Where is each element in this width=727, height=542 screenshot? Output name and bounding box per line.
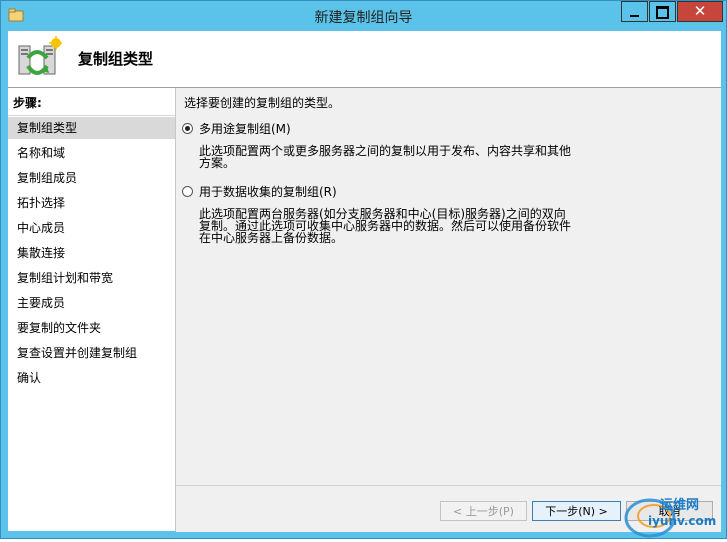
page-title: 复制组类型 <box>78 50 154 68</box>
minimize-button[interactable] <box>621 1 648 22</box>
maximize-icon <box>656 6 669 19</box>
option-multipurpose-description: 此选项配置两个或更多服务器之间的复制以用于发布、内容共享和其他 方案。 <box>199 145 589 169</box>
option-data-collection-label[interactable]: 用于数据收集的复制组(R) <box>199 184 337 200</box>
steps-label: 步骤: <box>13 96 42 110</box>
radio-multipurpose[interactable] <box>182 123 193 134</box>
next-button[interactable]: 下一步(N) > <box>532 501 621 521</box>
watermark-logo: 运维网 iyunv.com <box>620 492 727 539</box>
wizard-header: 复制组类型 <box>8 31 721 88</box>
option-data-collection-description: 此选项配置两台服务器(如分支服务器和中心(目标)服务器)之间的双向 复制。通过此… <box>199 208 589 244</box>
radio-data-collection[interactable] <box>182 186 193 197</box>
content-pane: 选择要创建的复制组的类型。 多用途复制组(M) 此选项配置两个或更多服务器之间的… <box>176 88 721 485</box>
replication-servers-icon <box>18 36 62 75</box>
step-item: 复制组类型 <box>8 117 175 139</box>
previous-button[interactable]: < 上一步(P) <box>440 501 527 521</box>
step-item: 名称和域 <box>17 146 66 160</box>
steps-divider <box>8 115 175 116</box>
step-item: 中心成员 <box>17 221 66 235</box>
wizard-window: 新建复制组向导 ✕ 复制组类型 步骤: 复制组类型 名称和域 复制组成员 拓扑选… <box>0 0 727 539</box>
wizard-client: 复制组类型 步骤: 复制组类型 名称和域 复制组成员 拓扑选择 中心成员 集散连… <box>8 31 721 532</box>
step-item: 确认 <box>17 371 42 385</box>
maximize-button[interactable] <box>649 1 676 22</box>
step-item: 要复制的文件夹 <box>17 321 102 335</box>
close-icon: ✕ <box>693 2 707 20</box>
description-line: 方案。 <box>199 156 236 170</box>
step-item: 集散连接 <box>17 246 66 260</box>
window-title: 新建复制组向导 <box>314 10 413 26</box>
description-line: 此选项配置两个或更多服务器之间的复制以用于发布、内容共享和其他 <box>199 144 572 158</box>
watermark-url: iyunv.com <box>648 514 717 528</box>
step-item: 拓扑选择 <box>17 196 66 210</box>
description-line: 在中心服务器上备份数据。 <box>199 231 344 245</box>
steps-pane: 步骤: 复制组类型 名称和域 复制组成员 拓扑选择 中心成员 集散连接 复制组计… <box>8 88 176 531</box>
step-item: 复制组计划和带宽 <box>17 271 114 285</box>
intro-text: 选择要创建的复制组的类型。 <box>184 96 341 110</box>
title-bar[interactable]: 新建复制组向导 ✕ <box>1 1 726 31</box>
step-item: 复制组成员 <box>17 171 78 185</box>
step-item: 主要成员 <box>17 296 66 310</box>
option-multipurpose-label[interactable]: 多用途复制组(M) <box>199 121 291 137</box>
close-button[interactable]: ✕ <box>677 1 723 22</box>
watermark-text: 运维网 <box>660 498 700 513</box>
minimize-icon <box>630 15 639 17</box>
step-item: 复查设置并创建复制组 <box>17 346 138 360</box>
